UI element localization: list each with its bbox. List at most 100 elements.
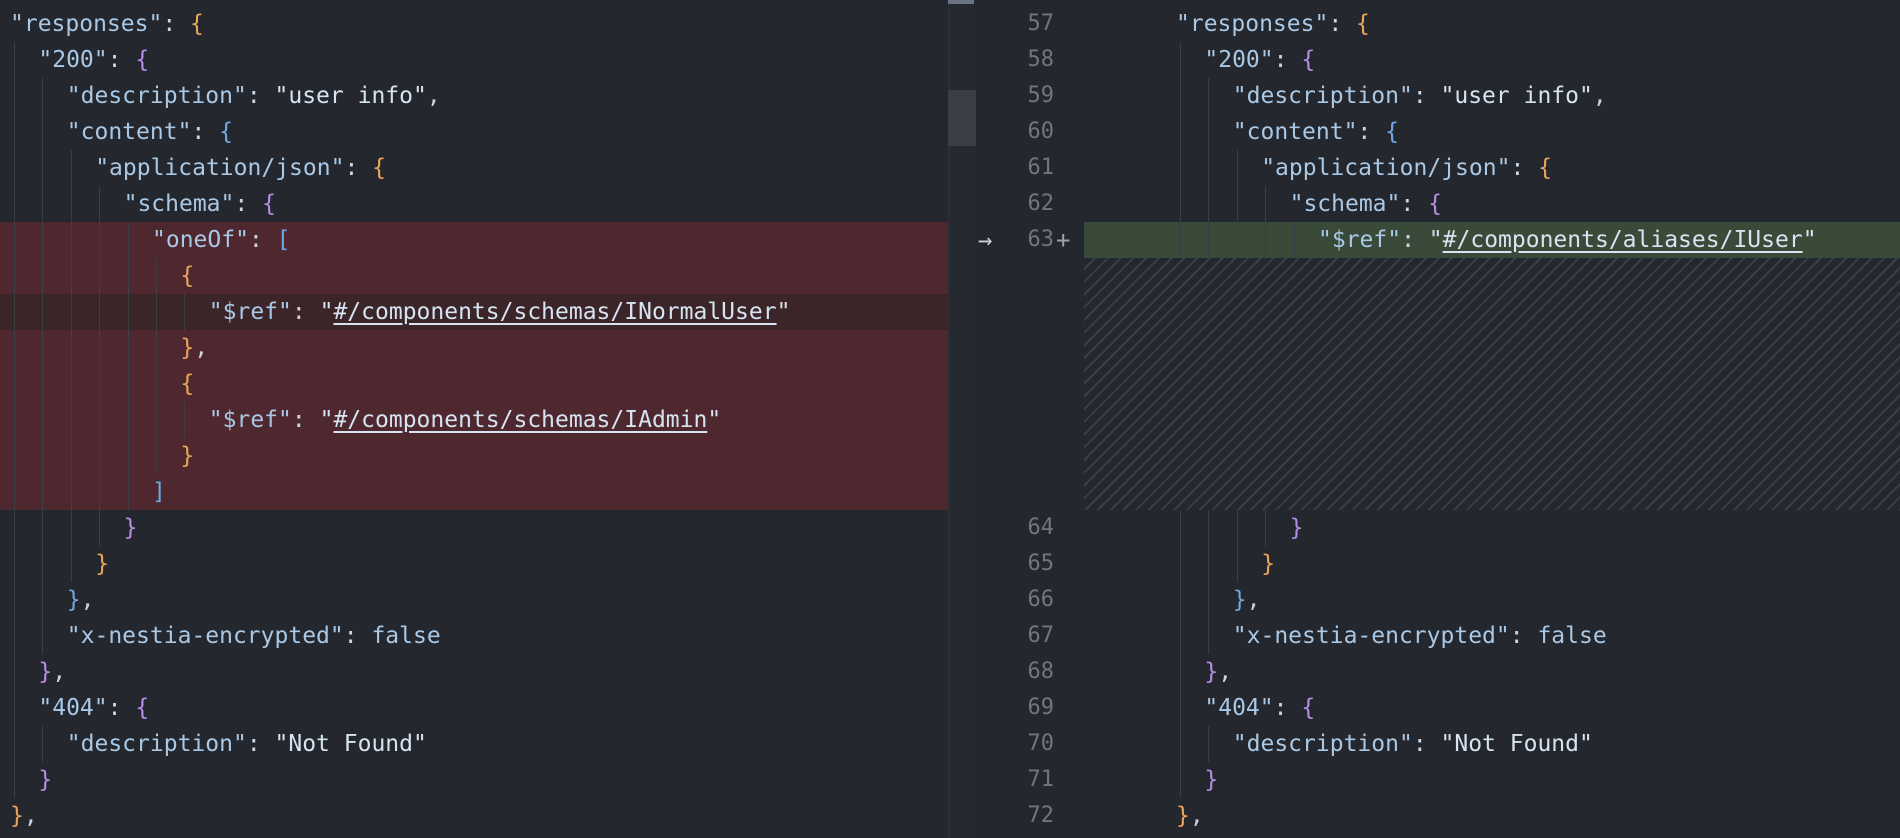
code-line[interactable]: { [0,366,976,402]
bracket: [ [276,227,291,253]
json-key: "$ref" [208,299,292,325]
code-line[interactable]: "$ref": "#/components/aliases/IUser" [1084,222,1900,258]
code-line[interactable]: "200": { [1084,42,1900,78]
code-line[interactable]: }, [1084,654,1900,690]
code-line[interactable]: "content": { [0,114,976,150]
code-line[interactable]: }, [0,330,976,366]
indent-guide [1180,186,1181,222]
code-line[interactable]: } [0,762,976,798]
code-line[interactable]: "200": { [0,42,976,78]
indent-guide [1208,618,1210,654]
bracket: { [180,371,195,397]
punctuation: : [1357,119,1386,145]
code-line[interactable]: "schema": { [0,186,976,222]
indent-guide [99,474,101,510]
code-line[interactable]: "application/json": { [0,150,976,186]
code-line[interactable]: }, [1084,582,1900,618]
indent-guide [1180,618,1181,654]
quote: " [1428,227,1443,253]
code-line[interactable]: "description": "user info", [0,78,976,114]
punctuation: : [1509,623,1538,649]
code-line[interactable]: "responses": { [0,6,976,42]
indent-guide [99,510,101,546]
indent-guide [127,330,129,366]
json-key: "application/json" [1261,155,1511,181]
code-line[interactable]: "x-nestia-encrypted": false [1084,618,1900,654]
code-line[interactable]: "description": "Not Found" [1084,726,1900,762]
code-line[interactable]: "responses": { [1084,6,1900,42]
code-line[interactable]: }, [0,654,976,690]
punctuation: , [1246,587,1261,613]
indent-guide [42,150,44,186]
code-line[interactable]: } [1084,510,1900,546]
indent-guide [1265,510,1267,546]
code-line[interactable]: }, [0,582,976,618]
indent-guide [1236,222,1238,258]
quote: " [707,407,722,433]
bracket: } [1204,767,1219,793]
code-line[interactable]: } [0,546,976,582]
bracket: } [1232,587,1247,613]
line-number: 69 [1027,695,1055,720]
indent-guide [14,42,15,78]
json-value: "Not Found" [274,731,427,757]
code-line[interactable]: }, [1084,798,1900,834]
code-line[interactable]: { [0,258,976,294]
json-key: "x-nestia-encrypted" [66,623,344,649]
code-line[interactable]: "schema": { [1084,186,1900,222]
json-value: false [371,623,441,649]
json-key: "application/json" [95,155,345,181]
code-line[interactable]: "description": "Not Found" [0,726,976,762]
punctuation: : [1412,83,1441,109]
ref-link[interactable]: #/components/schemas/INormalUser [333,299,776,325]
code-line[interactable]: }, [0,798,976,834]
indent-guide [70,474,72,510]
json-key: "responses" [1176,11,1329,37]
bracket: { [262,191,276,217]
punctuation: , [1189,803,1204,829]
code-line[interactable]: "content": { [1084,114,1900,150]
indent-guide [1180,690,1181,726]
json-key: "content" [66,119,192,145]
indent-guide [14,78,15,114]
bracket: } [1204,659,1219,685]
ref-link[interactable]: #/components/schemas/IAdmin [333,407,707,433]
punctuation: : [248,227,277,253]
indent-guide [1236,150,1238,186]
indent-guide [1236,546,1238,582]
punctuation: : [162,11,191,37]
ref-link[interactable]: #/components/aliases/IUser [1443,227,1803,253]
indent-guide [99,402,101,438]
code-line[interactable]: "application/json": { [1084,150,1900,186]
quote: " [319,407,334,433]
punctuation: : [246,83,275,109]
indent-guide [99,222,101,258]
line-number: 65 [1027,551,1055,576]
code-line[interactable]: "description": "user info", [1084,78,1900,114]
minimap-slider[interactable] [948,90,976,146]
bracket: } [66,587,81,613]
code-line[interactable]: ] [0,474,976,510]
indent-guide [127,366,129,402]
code-line[interactable]: } [1084,762,1900,798]
code-line[interactable]: "x-nestia-encrypted": false [0,618,976,654]
original-pane[interactable]: "responses": {"200": {"description": "us… [0,0,976,838]
code-line[interactable]: "$ref": "#/components/schemas/INormalUse… [0,294,976,330]
json-value: false [1537,623,1607,649]
code-line[interactable]: } [0,510,976,546]
line-number: 57 [1027,11,1055,36]
code-line[interactable]: "oneOf": [ [0,222,976,258]
json-value: "user info" [274,83,427,109]
bracket: } [1261,551,1276,577]
code-line[interactable]: "$ref": "#/components/schemas/IAdmin" [0,402,976,438]
punctuation: , [426,83,441,109]
code-line[interactable]: "404": { [1084,690,1900,726]
indent-guide [42,114,44,150]
code-line[interactable]: "404": { [0,690,976,726]
right-arrow-icon[interactable]: → [978,222,992,258]
plus-icon[interactable]: + [1056,222,1070,258]
code-line[interactable]: } [0,438,976,474]
code-line[interactable]: } [1084,546,1900,582]
indent-guide [70,366,72,402]
modified-pane[interactable]: 57 58 59 60 61 62 63 64 65 66 67 68 69 70 71 72 "respon… [976,0,1900,838]
